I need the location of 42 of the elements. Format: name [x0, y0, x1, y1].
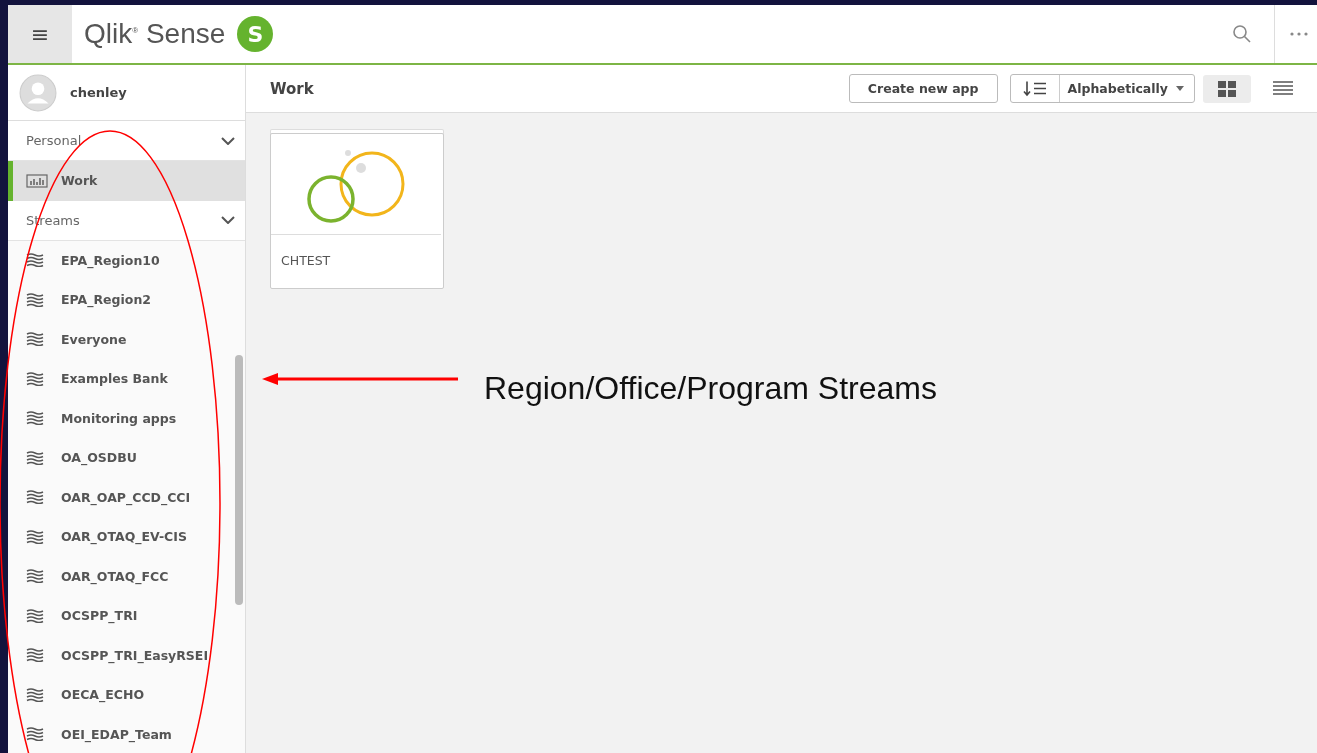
stream-icon	[26, 490, 44, 505]
sidebar-item[interactable]: Everyone	[8, 319, 233, 359]
stream-icon	[26, 292, 44, 307]
stream-icon	[26, 648, 44, 663]
avatar-icon	[19, 73, 57, 112]
stream-icon	[26, 411, 44, 426]
stream-icon	[26, 687, 44, 702]
stream-icon	[26, 371, 44, 386]
sidebar-item[interactable]: EPA_Region10	[8, 240, 233, 280]
grid-view-icon[interactable]	[1203, 74, 1251, 103]
annotation-text: Region/Office/Program Streams	[484, 370, 937, 407]
logo-badge: S	[237, 16, 274, 52]
sidebar-item[interactable]: OAR_OTAQ_FCC	[8, 556, 233, 596]
stream-icon	[26, 727, 44, 742]
sidebar-item[interactable]: OAR_OTAQ_EV-CIS	[8, 517, 233, 557]
brand-logo-text: Qlik$^{®}$ Sense	[84, 18, 226, 50]
sidebar-item[interactable]: Monitoring apps	[8, 398, 233, 438]
page-title: Work	[270, 79, 314, 98]
sidebar-item[interactable]: OCSPP_TRI	[8, 596, 233, 636]
sidebar-item[interactable]: EPA_Region2	[8, 280, 233, 320]
stream-icon	[26, 608, 44, 623]
stream-icon	[26, 332, 44, 347]
menu-button[interactable]: ≡	[8, 5, 72, 63]
sidebar-item[interactable]: OCSPP_TRI_EasyRSEI	[8, 635, 233, 675]
sidebar-item[interactable]: Work	[8, 161, 245, 201]
sort-dropdown[interactable]: Alphabetically	[1009, 74, 1195, 103]
sidebar-item[interactable]: OECA_ECHO	[8, 675, 233, 715]
scrollbar[interactable]	[235, 355, 243, 605]
stream-icon	[26, 253, 44, 268]
stream-icon	[26, 450, 44, 465]
sidebar-item[interactable]: OEI_EDAP_Team	[8, 714, 233, 753]
stream-icon	[26, 529, 44, 544]
caret-icon	[1176, 86, 1184, 91]
create-app-button[interactable]: Create new app	[848, 74, 998, 103]
section-header[interactable]: Personal	[8, 121, 245, 161]
sidebar-item[interactable]: OA_OSDBU	[8, 438, 233, 478]
user-name: chenley	[70, 85, 127, 100]
search-icon[interactable]	[1232, 24, 1252, 44]
sidebar-item[interactable]: Examples Bank	[8, 359, 233, 399]
stream-icon	[26, 569, 44, 584]
sidebar-item[interactable]: OAR_OAP_CCD_CCI	[8, 477, 233, 517]
chart-icon	[26, 173, 48, 188]
